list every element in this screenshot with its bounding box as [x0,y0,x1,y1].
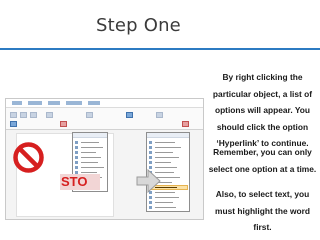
menu-item[interactable] [149,156,187,159]
arrange-icon[interactable] [156,112,163,118]
menu-item[interactable] [149,141,187,144]
font-icon[interactable] [46,112,53,118]
menu-item[interactable] [149,206,187,209]
menu-item[interactable] [75,166,105,169]
ribbon-tab[interactable] [48,101,60,105]
instruction-line: first. [253,222,272,232]
title-divider [0,48,320,50]
ribbon-tab[interactable] [28,101,42,105]
instruction-paragraph: Remember, you can only select one option… [205,144,320,177]
align-icon[interactable] [86,112,93,118]
stop-sign-text: STO [60,174,100,190]
instruction-line: Remember, you can only [213,147,312,157]
copy-icon[interactable] [30,112,37,118]
instruction-line: options will appear. You [214,105,311,115]
menu-item[interactable] [149,161,187,164]
instruction-line: Also, to select text, you [215,189,310,199]
shapes-icon[interactable] [126,112,133,118]
slide-title: Step One [96,15,181,36]
menu-item[interactable] [149,201,187,204]
new-slide-icon[interactable] [10,121,17,127]
menu-item[interactable] [75,161,105,164]
ribbon-tab[interactable] [88,101,100,105]
instruction-line: By right clicking the [222,72,303,82]
instruction-paragraph: By right clicking the particular object,… [205,69,320,152]
instruction-line: select one option at a time. [208,163,317,174]
cut-icon[interactable] [20,112,27,118]
menu-header [147,133,189,138]
instruction-line: must highlight the word [215,205,310,216]
shape-fill-icon[interactable] [182,121,189,127]
font-color-icon[interactable] [60,121,67,127]
menu-item[interactable] [149,151,187,154]
ribbon-tab[interactable] [66,101,82,105]
ribbon-tabs [6,99,203,108]
instruction-line: particular object, a list of [212,88,313,99]
instruction-paragraph: Also, to select text, you must highlight… [205,186,320,236]
arrow-icon [136,168,161,194]
menu-item[interactable] [149,146,187,149]
instruction-line: should click the option [216,121,309,132]
ribbon-tab[interactable] [12,101,22,105]
ribbon-toolbar [6,108,203,130]
menu-header [73,133,107,138]
prohibition-icon [13,142,44,173]
menu-item[interactable] [75,151,105,154]
menu-item[interactable] [75,146,105,149]
menu-item[interactable] [75,141,105,144]
menu-item[interactable] [75,156,105,159]
menu-item[interactable] [149,196,187,199]
paste-icon[interactable] [10,112,17,118]
